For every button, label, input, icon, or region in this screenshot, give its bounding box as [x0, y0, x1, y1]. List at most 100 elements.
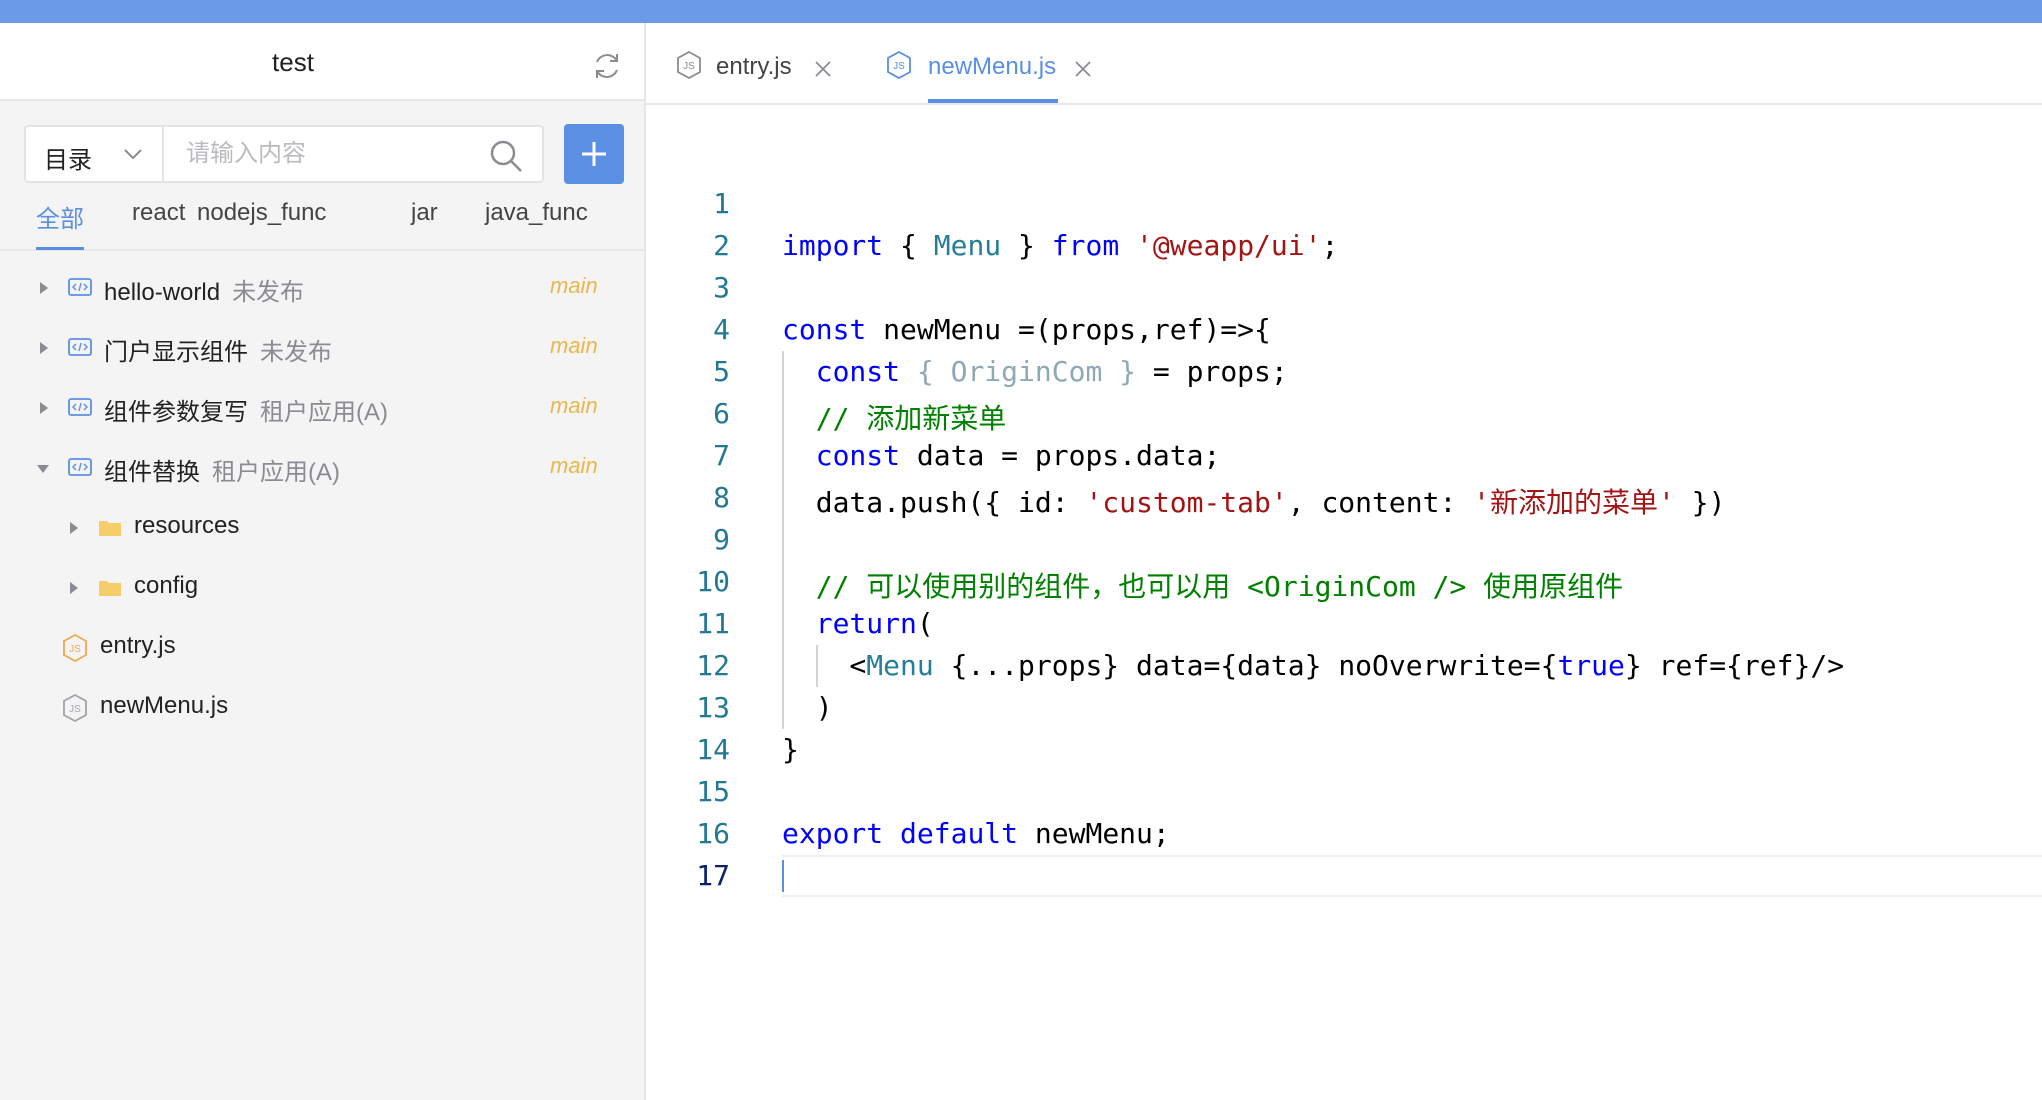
code-token: export: [782, 817, 884, 850]
svg-text:JS: JS: [893, 61, 905, 72]
code-token: <: [782, 649, 867, 682]
folder-icon: [99, 581, 121, 596]
caret-right-icon[interactable]: [68, 581, 80, 595]
filter-tab-jar[interactable]: jar: [411, 199, 438, 227]
code-token: Menu: [933, 229, 1002, 262]
sidebar: test 目录 全部 react nodejs_func jar: [0, 23, 646, 1100]
filter-tab-react[interactable]: react: [132, 199, 185, 227]
branch-badge: main: [550, 333, 598, 358]
editor-tabs: JS entry.js JS newMenu.js: [646, 23, 2042, 105]
tree-item-portal-component[interactable]: 门户显示组件 未发布 main: [0, 319, 644, 379]
folder-icon: [99, 521, 121, 536]
line-number: 7: [713, 439, 730, 472]
tree-item-entry-js[interactable]: JS entry.js: [0, 619, 644, 679]
caret-right-icon[interactable]: [38, 281, 50, 295]
tree-item-status: 未发布: [232, 279, 305, 306]
code-line[interactable]: 8 data.push({ id: 'custom-tab', content:…: [646, 477, 2042, 519]
line-number: 11: [696, 607, 730, 640]
tree-item-resources-folder[interactable]: resources: [0, 499, 644, 559]
line-number: 2: [713, 229, 730, 262]
tree-item-config-folder[interactable]: config: [0, 559, 644, 619]
tab-entry-js[interactable]: JS entry.js: [676, 23, 876, 105]
line-text: const { OriginCom } = props;: [782, 355, 1288, 388]
line-text: export default newMenu;: [782, 817, 1170, 850]
close-icon[interactable]: [1074, 60, 1092, 78]
tree-item-label: newMenu.js: [100, 692, 229, 719]
code-line[interactable]: 16 export default newMenu;: [646, 813, 2042, 855]
code-line[interactable]: 7 const data = props.data;: [646, 435, 2042, 477]
tree-item-status: 未发布: [260, 339, 332, 366]
caret-down-icon[interactable]: [36, 463, 50, 475]
code-token: const: [782, 313, 867, 346]
code-token: import: [782, 229, 884, 262]
caret-right-icon[interactable]: [38, 401, 50, 415]
code-line[interactable]: 14}: [646, 729, 2042, 771]
code-token: 'custom-tab': [1085, 486, 1288, 519]
line-text: // 添加新菜单: [782, 397, 1007, 437]
tree-item-hello-world[interactable]: hello-world 未发布 main: [0, 259, 644, 319]
code-token: ): [782, 691, 833, 724]
code-token: default: [900, 817, 1019, 850]
code-line[interactable]: 9: [646, 519, 2042, 561]
line-number: 13: [696, 691, 730, 724]
line-number: 1: [713, 187, 730, 220]
code-line[interactable]: 3: [646, 267, 2042, 309]
code-line[interactable]: 10 // 可以使用别的组件，也可以用 <OriginCom /> 使用原组件: [646, 561, 2042, 603]
code-line[interactable]: 4 const newMenu =(props,ref)=>{: [646, 309, 2042, 351]
code-line[interactable]: 11 return(: [646, 603, 2042, 645]
line-number: 15: [696, 775, 730, 808]
caret-right-icon[interactable]: [68, 521, 80, 535]
line-text: return(: [782, 607, 934, 640]
code-token: }: [782, 733, 799, 766]
code-token: } ref={ref}/>: [1624, 649, 1845, 682]
close-icon[interactable]: [814, 60, 832, 78]
code-line[interactable]: 6 // 添加新菜单: [646, 393, 2042, 435]
scope-select[interactable]: 目录: [26, 127, 164, 181]
line-number: 10: [696, 565, 730, 598]
component-icon: [68, 458, 92, 476]
code-token: ;: [1321, 229, 1339, 262]
tree-item-param-override[interactable]: 组件参数复写 租户应用(A) main: [0, 379, 644, 439]
tree-item-component-replace[interactable]: 组件替换 租户应用(A) main: [0, 439, 644, 499]
refresh-icon[interactable]: [590, 49, 624, 83]
line-text: }: [782, 733, 799, 766]
code-token: }: [1001, 229, 1052, 262]
js-file-icon: JS: [677, 51, 701, 79]
line-number: 17: [696, 859, 730, 892]
code-line[interactable]: 2 import { Menu } from '@weapp/ui';: [646, 225, 2042, 267]
chevron-down-icon: [124, 149, 142, 160]
line-number: 5: [713, 355, 730, 388]
code-token: }): [1674, 486, 1726, 519]
tree-item-label: hello-world: [104, 279, 221, 306]
code-token: // 添加新菜单: [815, 402, 1007, 435]
code-token: // 可以使用别的组件，也可以用 <OriginCom /> 使用原组件: [815, 570, 1624, 603]
code-line[interactable]: 15: [646, 771, 2042, 813]
line-number: 4: [713, 313, 730, 346]
line-text: import { Menu } from '@weapp/ui';: [782, 229, 1338, 262]
top-accent-bar: [0, 0, 2042, 23]
add-button[interactable]: [564, 124, 624, 184]
code-line[interactable]: 17: [646, 855, 2042, 897]
code-token: newMenu;: [1018, 817, 1170, 850]
filter-tab-all[interactable]: 全部: [36, 199, 84, 234]
search-input[interactable]: [166, 127, 476, 181]
filter-tab-java-func[interactable]: java_func: [485, 199, 588, 227]
tab-newmenu-js[interactable]: JS newMenu.js: [886, 23, 1126, 105]
search-icon[interactable]: [488, 138, 524, 174]
filter-tab-nodejs-func[interactable]: nodejs_func: [197, 199, 326, 227]
branch-badge: main: [550, 273, 598, 298]
tree-item-newmenu-js[interactable]: JS newMenu.js: [0, 679, 644, 739]
tree-item-label: 组件参数复写: [104, 399, 248, 426]
active-tab-indicator: [928, 99, 1058, 103]
code-line[interactable]: 5 const { OriginCom } = props;: [646, 351, 2042, 393]
tree-item-label: config: [134, 572, 199, 599]
code-line[interactable]: 13 ): [646, 687, 2042, 729]
caret-right-icon[interactable]: [38, 341, 50, 355]
line-text: <Menu {...props} data={data} noOverwrite…: [782, 649, 1844, 682]
line-number: 9: [713, 523, 730, 556]
code-line[interactable]: 1: [646, 183, 2042, 225]
project-title: test: [272, 47, 314, 77]
code-line[interactable]: 12 <Menu {...props} data={data} noOverwr…: [646, 645, 2042, 687]
